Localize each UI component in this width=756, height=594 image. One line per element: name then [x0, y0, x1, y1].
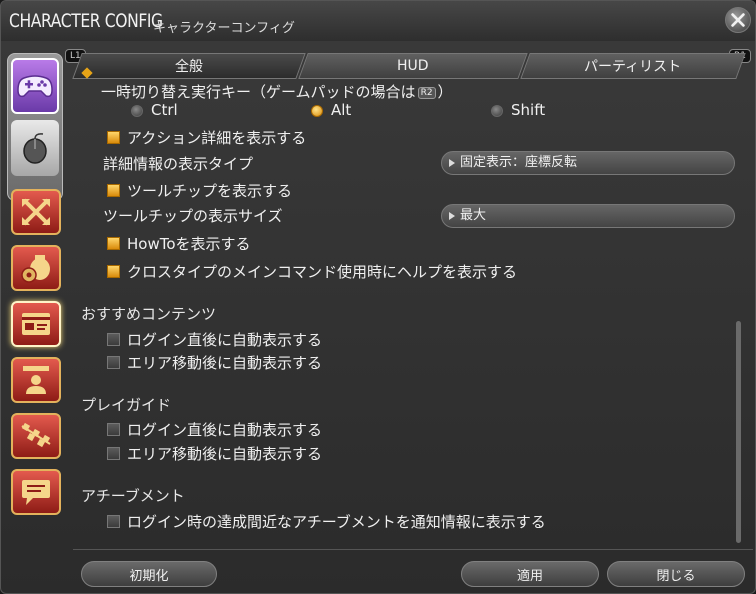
action-detail-label: アクション詳細を表示する	[127, 129, 307, 147]
tooltip-size-label: ツールチップの表示サイズ	[103, 207, 283, 225]
tooltip-size-dropdown[interactable]: 最大	[441, 204, 735, 228]
detail-type-dropdown[interactable]: 固定表示：座標反転	[441, 151, 735, 175]
apply-button[interactable]: 適用	[461, 561, 599, 587]
character-config-window: CHARACTER CONFIG キャラクターコンフィグ L1 全般 HUD パ…	[0, 0, 756, 594]
gamepad-mode-button[interactable]	[11, 58, 59, 114]
cross-help-label: クロスタイプのメインコマンド使用時にヘルプを表示する	[127, 263, 518, 281]
howto-checkbox[interactable]	[107, 237, 120, 250]
cross-help-checkbox[interactable]	[107, 265, 120, 278]
detail-type-value: 固定表示：座標反転	[460, 155, 578, 170]
input-mode-switch	[7, 53, 63, 201]
action-detail-checkbox[interactable]	[107, 131, 120, 144]
recommended-login-checkbox[interactable]	[107, 333, 120, 346]
category-button-general-controls[interactable]	[11, 189, 61, 235]
title-bar: CHARACTER CONFIG キャラクターコンフィグ	[1, 1, 755, 41]
gamepad-icon	[17, 75, 53, 98]
tooltip-label: ツールチップを表示する	[127, 182, 293, 200]
toggle-key-label-end: ）	[437, 83, 453, 101]
category-button-items[interactable]	[11, 245, 61, 291]
chat-bubble-icon	[22, 480, 50, 505]
detail-type-label: 詳細情報の表示タイプ	[103, 155, 254, 173]
id-card-icon	[22, 313, 50, 335]
play-guide-area-label: エリア移動後に自動表示する	[127, 445, 323, 463]
play-guide-login-label: ログイン直後に自動表示する	[127, 421, 323, 439]
tooltip-size-value: 最大	[460, 208, 487, 223]
play-guide-login-checkbox[interactable]	[107, 423, 120, 436]
category-button-character[interactable]	[11, 357, 61, 403]
section-recommended-title: おすすめコンテンツ	[81, 305, 217, 323]
achievement-notify-label: ログイン時の達成間近なアチーブメントを通知情報に表示する	[127, 513, 546, 531]
footer-divider	[73, 549, 753, 550]
tooltip-checkbox[interactable]	[107, 184, 120, 197]
tab-general-label: 全般	[175, 59, 203, 75]
radio-shift-label: Shift	[511, 101, 546, 119]
settings-panel: L1 R1 全般 HUD パーティリスト 一時切り替え実行キー（ゲームパッドの場…	[65, 43, 753, 591]
tab-general[interactable]: 全般	[72, 53, 306, 79]
howto-label: HowToを表示する	[127, 235, 251, 253]
close-button[interactable]: 閉じる	[607, 561, 745, 587]
radio-ctrl-label: Ctrl	[151, 101, 178, 119]
dropdown-arrow-icon	[449, 159, 455, 167]
radio-ctrl[interactable]	[131, 105, 143, 117]
tab-hud[interactable]: HUD	[298, 53, 528, 79]
tab-party-list-label: パーティリスト	[584, 59, 682, 75]
window-subtitle: キャラクターコンフィグ	[153, 21, 295, 36]
section-play-guide-title: プレイガイド	[81, 396, 172, 414]
r2-badge: R2	[417, 86, 436, 99]
dropdown-arrow-icon	[449, 212, 455, 220]
toggle-key-label-text: 一時切り替え実行キー（ゲームパッドの場合は	[101, 83, 416, 101]
window-title: CHARACTER CONFIG	[9, 10, 163, 32]
scrollbar[interactable]	[736, 321, 741, 543]
category-button-display[interactable]	[11, 301, 61, 347]
toggle-key-label: 一時切り替え実行キー（ゲームパッドの場合は R2）	[101, 81, 453, 102]
radio-shift[interactable]	[491, 105, 503, 117]
tab-party-list[interactable]: パーティリスト	[520, 53, 746, 79]
section-achievement-title: アチーブメント	[81, 487, 185, 505]
recommended-area-checkbox[interactable]	[107, 356, 120, 369]
money-bag-gear-icon	[21, 255, 50, 283]
checkered-flag-icon	[21, 422, 51, 448]
user-profile-icon	[23, 366, 49, 394]
recommended-area-label: エリア移動後に自動表示する	[127, 354, 323, 372]
radio-alt-label: Alt	[331, 101, 352, 119]
mouse-icon	[23, 133, 47, 164]
tab-hud-label: HUD	[397, 58, 429, 74]
play-guide-area-checkbox[interactable]	[107, 447, 120, 460]
radio-alt[interactable]	[311, 105, 323, 117]
category-button-pvp[interactable]	[11, 413, 61, 459]
tab-bar: L1 R1 全般 HUD パーティリスト	[65, 49, 753, 79]
category-button-chat[interactable]	[11, 469, 61, 515]
recommended-login-label: ログイン直後に自動表示する	[127, 331, 323, 349]
category-sidebar	[1, 41, 71, 593]
achievement-notify-checkbox[interactable]	[107, 515, 120, 528]
close-icon	[731, 13, 745, 27]
cross-arrows-icon	[22, 198, 50, 226]
reset-button[interactable]: 初期化	[81, 561, 217, 587]
close-window-button[interactable]	[725, 7, 751, 33]
mouse-mode-button[interactable]	[11, 120, 59, 176]
